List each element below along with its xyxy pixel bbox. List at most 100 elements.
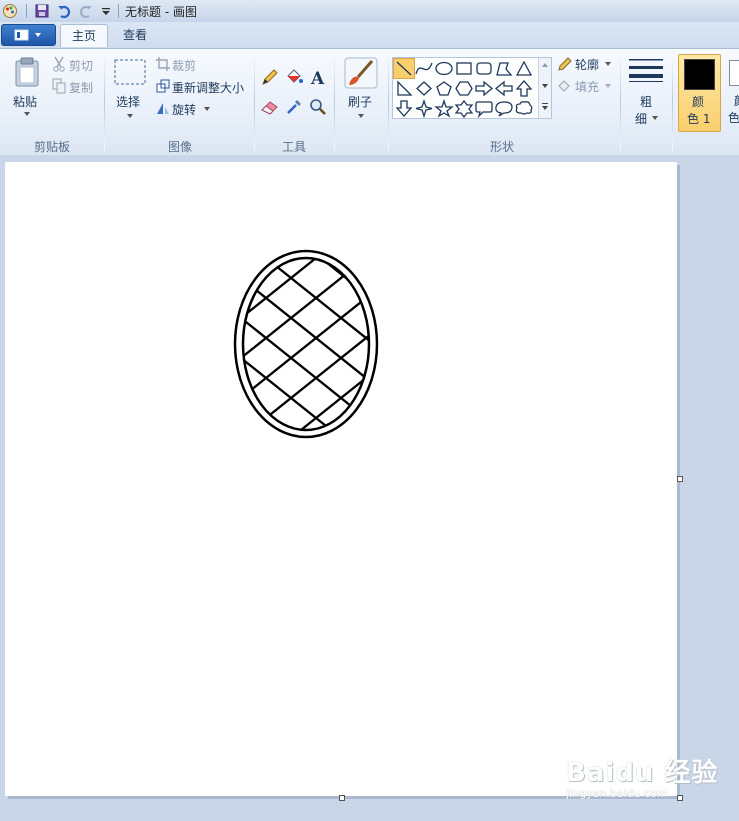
crop-button[interactable]: 裁剪 [154, 55, 214, 73]
group-separator [334, 55, 335, 151]
tab-home[interactable]: 主页 [60, 24, 108, 47]
clipboard-group-label: 剪贴板 [33, 140, 70, 154]
copy-button[interactable]: 复制 [52, 77, 102, 95]
select-button[interactable]: 选择 [110, 55, 150, 125]
color2-label-top: 颜 [734, 92, 739, 109]
fill-shape-button[interactable]: 填充 [555, 77, 615, 95]
undo-icon[interactable] [56, 3, 72, 19]
outline-button[interactable]: 轮廓 [555, 55, 615, 73]
tab-row: 主页 查看 [0, 22, 739, 48]
eraser-icon[interactable] [260, 97, 280, 117]
resize-button[interactable]: 重新调整大小 [154, 77, 249, 95]
drawing-canvas[interactable] [5, 162, 677, 796]
color2-swatch [729, 60, 739, 86]
copy-icon [52, 78, 66, 94]
fill-label: 填充 [575, 80, 600, 94]
triangle-shape[interactable] [514, 59, 534, 78]
canvas-resize-handle-right[interactable] [677, 476, 683, 482]
curve-shape[interactable] [414, 59, 434, 78]
paste-button[interactable]: 粘贴 [8, 55, 46, 125]
line-shape[interactable] [393, 58, 415, 79]
oval-shape[interactable] [434, 59, 454, 78]
group-separator [104, 55, 105, 151]
text-icon[interactable]: A [308, 67, 328, 87]
tab-view[interactable]: 查看 [112, 24, 158, 46]
paint-app-icon[interactable] [2, 3, 18, 19]
shapes-gallery [392, 57, 552, 119]
brush-icon [344, 57, 378, 89]
chevron-down-icon [358, 114, 364, 118]
color-picker-icon[interactable] [284, 97, 304, 117]
resize-icon [156, 79, 170, 93]
group-separator [672, 55, 673, 151]
outline-label: 轮廓 [575, 58, 600, 72]
canvas-resize-handle-bottom[interactable] [339, 795, 345, 801]
color2-button[interactable]: 颜 色 [725, 54, 739, 130]
rotate-label: 旋转 [172, 103, 197, 117]
svg-text:A: A [310, 69, 325, 87]
app-menu-button[interactable] [1, 24, 56, 46]
left-arrow-shape[interactable] [494, 79, 514, 98]
rotate-button[interactable]: 旋转 [154, 99, 214, 117]
group-separator [620, 55, 621, 151]
chevron-down-icon [24, 112, 30, 116]
color1-label-top: 颜 [692, 95, 705, 109]
group-separator [254, 55, 255, 151]
oval-callout-shape[interactable] [494, 99, 514, 118]
right-arrow-shape[interactable] [474, 79, 494, 98]
baidu-watermark: Baidu 经验 jingyan.baidu.com [566, 752, 718, 800]
scroll-down-icon[interactable] [542, 84, 548, 88]
color1-label-bottom: 色 1 [687, 112, 711, 126]
resize-label: 重新调整大小 [172, 81, 245, 95]
size-label-bottom: 细 [635, 112, 648, 126]
group-separator [388, 55, 389, 151]
chevron-down-icon [127, 114, 133, 118]
gallery-more-icon[interactable] [542, 103, 548, 110]
image-group-label: 图像 [167, 140, 192, 154]
crop-label: 裁剪 [172, 59, 197, 73]
fill-icon[interactable] [284, 67, 304, 87]
size-button[interactable]: 粗 细 [624, 55, 668, 129]
copy-label: 复制 [69, 81, 94, 95]
fill-bucket-icon [558, 80, 570, 92]
magnifier-icon[interactable] [308, 97, 328, 117]
select-label: 选择 [116, 95, 141, 109]
up-arrow-shape[interactable] [514, 79, 534, 98]
hexagon-shape[interactable] [454, 79, 474, 98]
tools-group-label: 工具 [281, 140, 306, 154]
outline-pencil-icon [558, 57, 572, 71]
scroll-up-icon[interactable] [542, 63, 548, 67]
polygon-shape[interactable] [494, 59, 514, 78]
four-point-star-shape[interactable] [414, 99, 434, 118]
redo-icon[interactable] [78, 3, 94, 19]
color1-button[interactable]: 颜 色 1 [678, 54, 721, 132]
six-point-star-shape[interactable] [454, 99, 474, 118]
right-triangle-shape[interactable] [394, 79, 414, 98]
crop-icon [156, 57, 170, 71]
color1-swatch [684, 59, 715, 90]
down-arrow-shape[interactable] [394, 99, 414, 118]
brushes-button[interactable]: 刷子 [340, 55, 382, 127]
chevron-down-icon [204, 107, 210, 111]
pentagon-shape[interactable] [434, 79, 454, 98]
gallery-scrollbar[interactable] [538, 58, 551, 118]
pencil-icon[interactable] [260, 67, 280, 87]
chevron-down-icon [652, 116, 658, 120]
workspace: Baidu 经验 jingyan.baidu.com [0, 155, 739, 821]
paste-label: 粘贴 [13, 95, 38, 109]
five-point-star-shape[interactable] [434, 99, 454, 118]
customize-dropdown-icon[interactable] [98, 3, 114, 19]
separator [26, 4, 27, 18]
watermark-brand: Baidu 经验 [566, 758, 719, 788]
cut-label: 剪切 [69, 59, 94, 73]
line-width-icon [629, 59, 663, 82]
cut-button[interactable]: 剪切 [52, 55, 102, 73]
menu-icon [14, 29, 41, 41]
rotate-icon [157, 103, 169, 114]
rectangle-shape[interactable] [454, 59, 474, 78]
cloud-callout-shape[interactable] [514, 99, 534, 118]
diamond-shape[interactable] [414, 79, 434, 98]
save-icon[interactable] [34, 3, 50, 19]
rounded-callout-shape[interactable] [474, 99, 494, 118]
rounded-rectangle-shape[interactable] [474, 59, 494, 78]
